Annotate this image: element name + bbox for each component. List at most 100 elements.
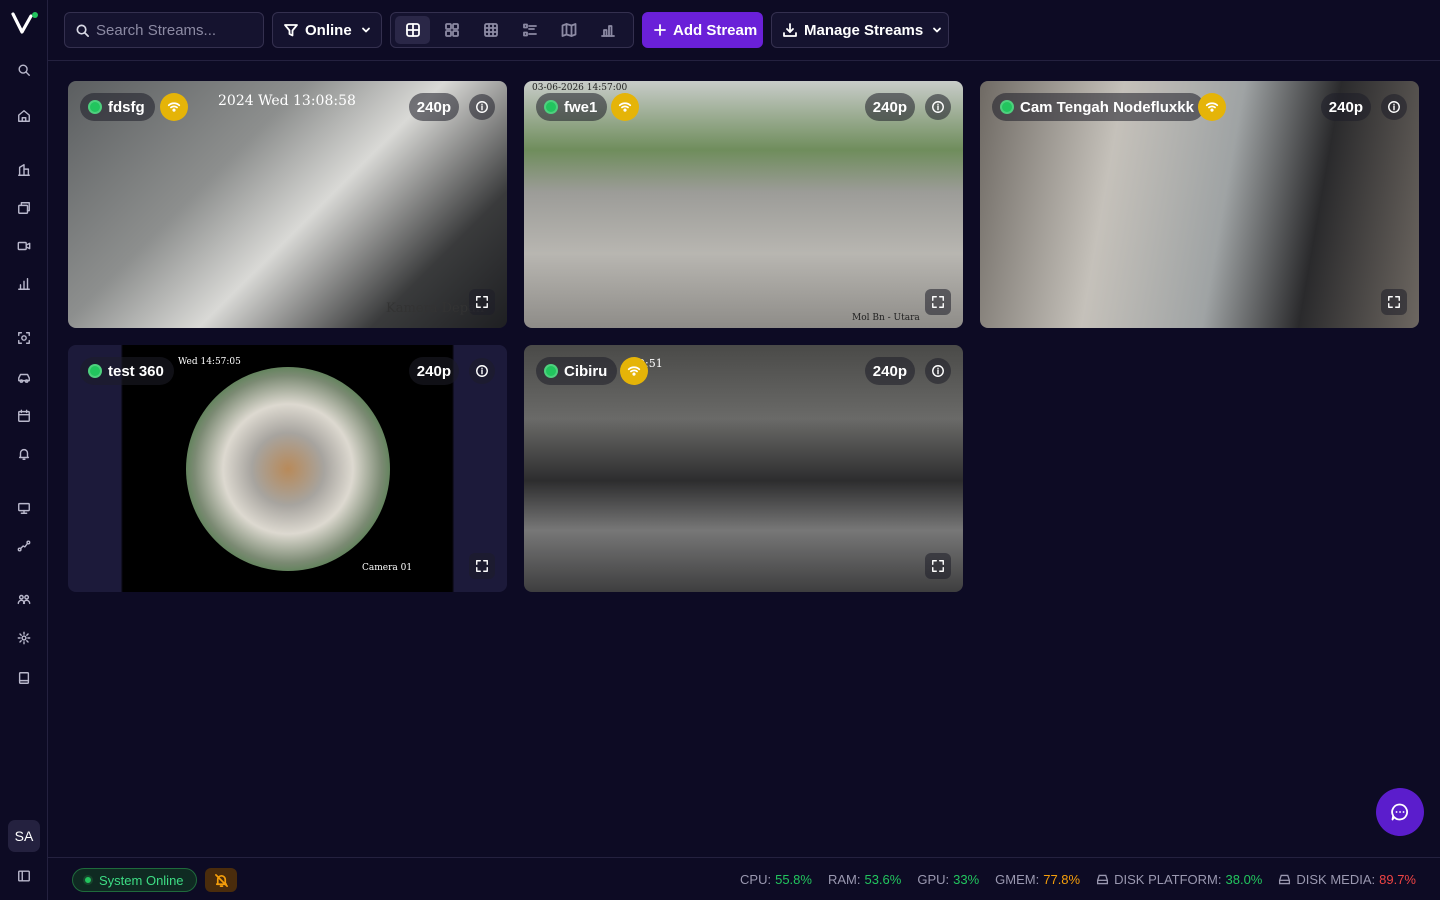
resolution-badge: 240p: [864, 93, 915, 121]
info-icon[interactable]: [1381, 94, 1407, 120]
grid-2x2-icon: [405, 23, 420, 37]
wifi-icon: [1198, 93, 1226, 121]
filter-label: Online: [305, 21, 352, 39]
metric-label: GPU:: [917, 872, 950, 887]
bell-icon[interactable]: [14, 444, 34, 464]
grid-4-icon: [444, 23, 459, 37]
stream-name-badge: Cibiru: [536, 357, 618, 385]
calendar-icon[interactable]: [14, 406, 34, 426]
search-icon: [76, 24, 89, 37]
users-icon[interactable]: [14, 589, 34, 609]
stream-name: fdsfg: [108, 98, 145, 116]
stream-name-badge: Cam Tengah Nodefluxkk: [992, 93, 1204, 121]
stream-card[interactable]: 9:51 Cibiru 240p: [524, 345, 963, 592]
online-status-dot: [544, 364, 558, 378]
route-icon[interactable]: [14, 536, 34, 556]
metric-value: 89.7%: [1379, 872, 1416, 887]
view-map-button[interactable]: [551, 16, 586, 44]
download-icon: [783, 23, 797, 37]
chevron-down-icon: [933, 27, 942, 33]
stream-name-badge: test 360: [80, 357, 174, 385]
expand-icon[interactable]: [1381, 289, 1407, 315]
video-icon[interactable]: [14, 236, 34, 256]
info-icon[interactable]: [925, 358, 951, 384]
car-icon[interactable]: [14, 368, 34, 388]
manage-streams-label: Manage Streams: [804, 21, 924, 39]
resolution-badge: 240p: [408, 93, 459, 121]
search-box[interactable]: [64, 12, 264, 48]
expand-icon[interactable]: [469, 553, 495, 579]
video-timestamp-overlay: Wed 14:57:05: [178, 357, 241, 367]
view-grid-4x4-button[interactable]: [473, 16, 508, 44]
metric-value: 38.0%: [1225, 872, 1263, 887]
map-icon: [561, 23, 576, 37]
info-icon[interactable]: [925, 94, 951, 120]
system-status-badge: System Online: [72, 868, 197, 892]
app-logo[interactable]: [11, 10, 39, 36]
metric-disk-platform: DISK PLATFORM: 38.0%: [1096, 872, 1262, 887]
system-metrics: CPU: 55.8% RAM: 53.6% GPU: 33% GMEM: 77.…: [724, 858, 1416, 900]
plus-icon: [654, 24, 666, 36]
chevron-down-icon: [361, 27, 370, 33]
online-status-dot: [544, 100, 558, 114]
grid-9-icon: [483, 23, 498, 37]
metric-gmem: GMEM: 77.8%: [995, 872, 1080, 887]
stream-name: Cibiru: [564, 362, 608, 380]
disk-icon: [1097, 874, 1109, 885]
resolution-badge: 240p: [408, 357, 459, 385]
sidebar-toggle-icon[interactable]: [14, 866, 34, 886]
status-filter-dropdown[interactable]: Online: [272, 12, 382, 48]
stream-card[interactable]: 03-06-2026 14:57:00 Mol Bn - Utara fwe1 …: [524, 81, 963, 328]
expand-icon[interactable]: [925, 553, 951, 579]
info-icon[interactable]: [469, 94, 495, 120]
status-bar: System Online CPU: 55.8% RAM: 53.6% GPU:…: [48, 857, 1440, 900]
stream-card[interactable]: Cam Tengah Nodefluxkk 240p: [980, 81, 1419, 328]
layers-icon[interactable]: [14, 198, 34, 218]
view-grid-2x2-button[interactable]: [395, 16, 430, 44]
bell-off-icon[interactable]: [205, 868, 237, 892]
metric-value: 33%: [953, 872, 980, 887]
expand-icon[interactable]: [469, 289, 495, 315]
chart-icon: [600, 25, 615, 37]
stream-name: Cam Tengah Nodefluxkk: [1020, 98, 1194, 116]
view-grid-3x3-button[interactable]: [434, 16, 469, 44]
avatar[interactable]: SA: [8, 820, 40, 852]
online-status-dot: [83, 875, 93, 885]
fisheye-video-frame: [186, 367, 390, 571]
gear-icon[interactable]: [14, 628, 34, 648]
online-status-dot: [88, 100, 102, 114]
manage-streams-dropdown[interactable]: Manage Streams: [771, 12, 949, 48]
view-list-button[interactable]: [512, 16, 547, 44]
wifi-icon: [620, 357, 648, 385]
metric-label: DISK MEDIA:: [1296, 872, 1376, 887]
info-icon[interactable]: [469, 358, 495, 384]
book-icon[interactable]: [14, 668, 34, 688]
stream-name-badge: fwe1: [536, 93, 608, 121]
metric-label: DISK PLATFORM:: [1114, 872, 1222, 887]
home-icon[interactable]: [14, 106, 34, 126]
stream-card[interactable]: Wed 14:57:05 Camera 01 test 360 240p: [68, 345, 507, 592]
list-icon: [522, 23, 537, 37]
chat-button[interactable]: [1376, 788, 1424, 836]
search-input[interactable]: [96, 21, 256, 39]
metric-gpu: GPU: 33%: [917, 872, 979, 887]
disk-icon: [1279, 874, 1291, 885]
resolution-badge: 240p: [864, 357, 915, 385]
video-timestamp-overlay: 2024 Wed 13:08:58: [218, 93, 356, 109]
wifi-icon: [160, 93, 188, 121]
filter-icon: [284, 24, 298, 37]
metric-disk-media: DISK MEDIA: 89.7%: [1278, 872, 1416, 887]
toolbar: Online Add Stream Manage Streams: [48, 0, 1440, 61]
metric-ram: RAM: 53.6%: [828, 872, 901, 887]
add-stream-button[interactable]: Add Stream: [642, 12, 763, 48]
stream-card[interactable]: 2024 Wed 13:08:58 Kamera Depan fdsfg 240…: [68, 81, 507, 328]
stream-name: test 360: [108, 362, 164, 380]
metric-cpu: CPU: 55.8%: [740, 872, 812, 887]
presentation-icon[interactable]: [14, 498, 34, 518]
view-chart-button[interactable]: [590, 16, 625, 44]
search-icon[interactable]: [14, 60, 34, 80]
expand-icon[interactable]: [925, 289, 951, 315]
face-scan-icon[interactable]: [14, 328, 34, 348]
bar-chart-icon[interactable]: [14, 274, 34, 294]
building-icon[interactable]: [14, 160, 34, 180]
